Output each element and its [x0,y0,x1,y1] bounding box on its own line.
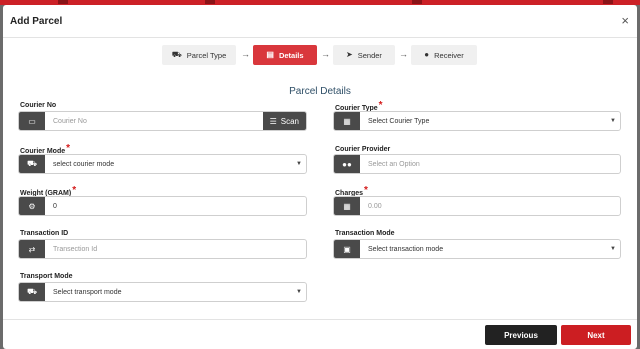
step-sender[interactable]: ➤ Sender [333,45,395,65]
courier-no-field: ▭ Courier No ☰ Scan [18,111,307,131]
charges-field: ▦ 0.00 [333,196,621,216]
truck-icon: ⛟ [19,283,45,301]
step-label: Sender [357,50,382,60]
package-icon: ⛟ [171,50,182,59]
step-details[interactable]: ▤ Details [253,45,317,65]
close-icon[interactable]: × [621,14,629,27]
required-marker: * [66,143,71,154]
chevron-down-icon: ▼ [296,289,302,295]
chevron-down-icon: ▼ [610,246,616,252]
previous-button[interactable]: Previous [485,325,557,345]
courier-mode-select[interactable]: ⛟ select courier mode ▼ [18,154,307,174]
courier-type-value: Select Courier Type [368,117,430,125]
step-label: Details [278,50,304,60]
weight-field: ⚙ 0 [18,196,307,216]
required-marker: * [378,100,383,111]
next-button[interactable]: Next [561,325,631,345]
courier-no-input[interactable]: Courier No [45,112,263,130]
gears-icon: ⚙ [19,197,45,215]
step-arrow-icon: → [321,49,330,59]
label-text: Transaction Mode [335,230,395,237]
top-bar-tick [205,0,215,4]
transport-mode-value: Select transport mode [53,288,122,296]
truck-icon: ⛟ [19,155,45,173]
add-parcel-modal: Add Parcel × ⛟ Parcel Type → ▤ Details →… [3,5,637,349]
barcode-icon: ▭ [19,112,45,130]
top-bar-tick [603,0,613,4]
top-bar-tick [412,0,422,4]
weight-input[interactable]: 0 [45,197,306,215]
step-arrow-icon: → [399,49,408,59]
courier-type-select[interactable]: ▦ Select Courier Type ▼ [333,111,621,131]
send-icon: ➤ [346,50,353,59]
label-text: Transaction ID [20,230,69,237]
step-label: Parcel Type [186,50,227,60]
transaction-id-input[interactable]: Transection Id [45,240,306,258]
required-marker: * [72,185,77,196]
courier-mode-value: select courier mode [53,160,115,168]
courier-provider-label: Courier Provider [335,146,390,153]
transaction-id-field: ⇄ Transection Id [18,239,307,259]
wizard-steps: ⛟ Parcel Type → ▤ Details → ➤ Sender → ●… [3,45,637,65]
exchange-icon: ⇄ [19,240,45,258]
label-text: Transport Mode [20,273,73,280]
courier-provider-value: Select an Option [368,160,420,168]
step-arrow-icon: → [241,49,250,59]
label-text: Courier No [20,102,57,109]
step-parcel-type[interactable]: ⛟ Parcel Type [162,45,236,65]
transaction-id-label: Transaction ID [20,230,68,237]
modal-header: Add Parcel × [3,5,637,38]
step-label: Receiver [434,50,464,60]
calendar-icon: ▦ [334,197,360,215]
transaction-mode-value: Select transaction mode [368,245,444,253]
transaction-mode-select[interactable]: ▣ Select transaction mode ▼ [333,239,621,259]
section-title: Parcel Details [289,86,351,97]
courier-no-label: Courier No [20,102,56,109]
barcode-scan-icon: ☰ [269,116,277,126]
grid-icon: ▦ [334,112,360,130]
scan-button[interactable]: ☰ Scan [262,112,306,130]
modal-title: Add Parcel [10,16,63,27]
courier-provider-select[interactable]: ●● Select an Option [333,154,621,174]
money-icon: ▣ [334,240,360,258]
list-icon: ▤ [266,50,274,59]
user-icon: ● [424,50,430,59]
chevron-down-icon: ▼ [296,161,302,167]
scan-label: Scan [280,116,299,126]
modal-footer: Previous Next [3,319,637,349]
top-bar-tick [58,0,68,4]
transport-mode-label: Transport Mode [20,273,73,280]
step-receiver[interactable]: ● Receiver [411,45,477,65]
charges-input[interactable]: 0.00 [360,197,620,215]
transaction-mode-label: Transaction Mode [335,230,395,237]
transport-mode-select[interactable]: ⛟ Select transport mode ▼ [18,282,307,302]
required-marker: * [364,185,368,196]
users-icon: ●● [334,155,360,173]
label-text: Courier Provider [335,146,391,153]
chevron-down-icon: ▼ [610,118,616,124]
